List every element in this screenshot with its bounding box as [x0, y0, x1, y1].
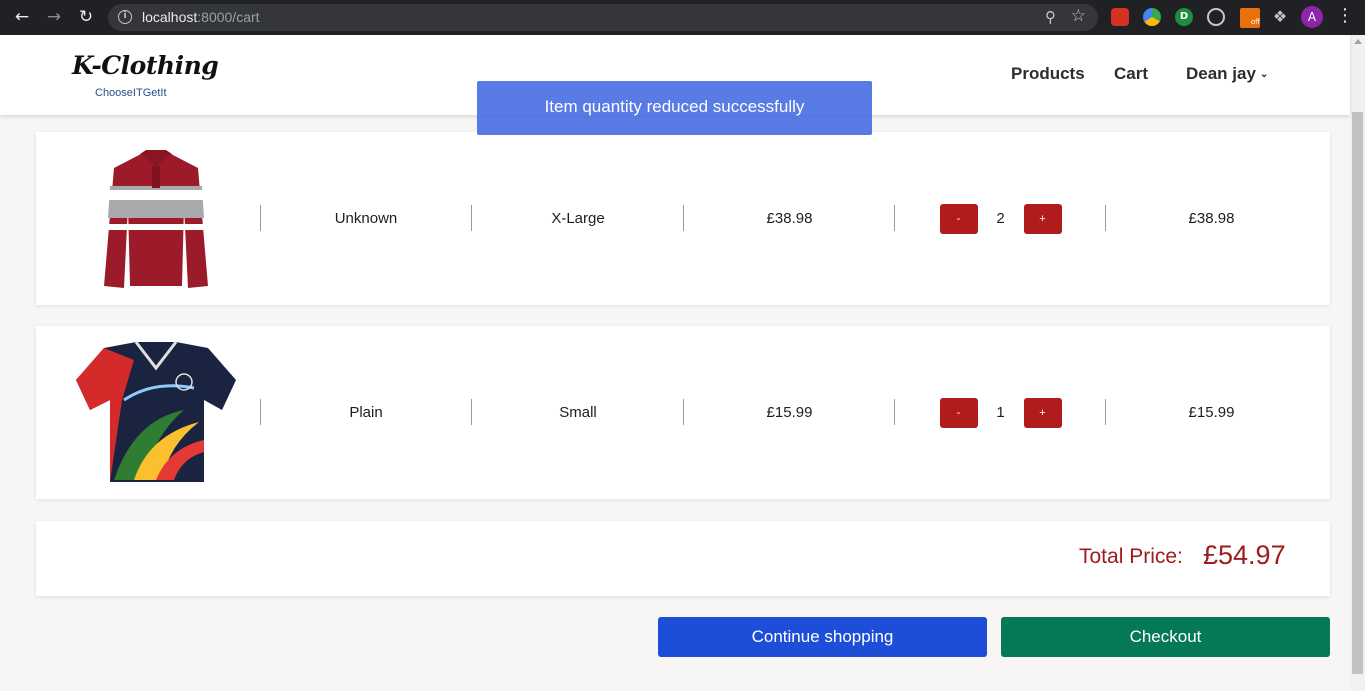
item-line-total: £38.98	[1188, 210, 1235, 227]
browser-menu-icon[interactable]: ⋮	[1336, 6, 1354, 26]
continue-shopping-button[interactable]: Continue shopping	[658, 617, 987, 657]
back-icon[interactable]: ←	[12, 7, 32, 27]
extension-pdf-icon[interactable]: off	[1240, 8, 1260, 28]
item-quantity: 1	[996, 404, 1005, 421]
extension-green-icon[interactable]: D	[1175, 8, 1193, 26]
address-bar[interactable]: i localhost:8000/cart ⚲ ☆	[108, 4, 1098, 31]
quantity-stepper: - 2 +	[895, 132, 1106, 305]
item-quantity: 2	[996, 210, 1005, 227]
item-description: Unknown	[334, 210, 398, 227]
reload-icon[interactable]: ↻	[76, 7, 96, 27]
user-name: Dean jay	[1186, 64, 1256, 83]
nav-cart[interactable]: Cart	[1114, 64, 1148, 84]
product-image-sports-polo	[76, 341, 236, 482]
react-devtools-icon[interactable]	[1207, 8, 1225, 26]
cart-item-row: Unknown X-Large £38.98 - 2 + £38.98	[36, 132, 1330, 305]
item-line-total: £15.99	[1188, 404, 1235, 421]
extension-colorful-icon[interactable]	[1143, 8, 1161, 26]
item-size: Small	[559, 404, 597, 421]
decrease-quantity-button[interactable]: -	[939, 397, 978, 428]
bookmark-star-icon[interactable]: ☆	[1071, 6, 1086, 26]
scrollbar-thumb[interactable]	[1352, 112, 1363, 674]
site-info-icon[interactable]: i	[118, 10, 132, 24]
browser-toolbar: ← → ↻ i localhost:8000/cart ⚲ ☆ D off ❖ …	[0, 0, 1365, 35]
scroll-up-arrow-icon[interactable]	[1354, 39, 1362, 44]
total-price-value: £54.97	[1203, 540, 1286, 570]
item-price: £38.98	[766, 210, 813, 227]
zoom-icon[interactable]: ⚲	[1045, 8, 1056, 26]
toast-notification: Item quantity reduced successfully	[477, 81, 872, 135]
chevron-down-icon: ⌄	[1259, 69, 1269, 80]
extensions-puzzle-icon[interactable]: ❖	[1271, 8, 1289, 26]
nav-products[interactable]: Products	[1011, 64, 1085, 84]
logo-tagline: ChooseITGetIt	[95, 87, 167, 99]
decrease-quantity-button[interactable]: -	[939, 203, 978, 234]
extension-red-icon[interactable]	[1111, 8, 1129, 26]
url-text[interactable]: localhost:8000/cart	[142, 9, 260, 25]
cart-total-panel: Total Price: £54.97	[36, 521, 1330, 596]
profile-avatar[interactable]: A	[1301, 6, 1323, 28]
increase-quantity-button[interactable]: +	[1023, 397, 1062, 428]
checkout-button[interactable]: Checkout	[1001, 617, 1330, 657]
item-description: Plain	[349, 404, 383, 421]
total-price-label: Total Price:	[1079, 545, 1183, 568]
product-image-striped-polo	[104, 150, 208, 288]
item-size: X-Large	[551, 210, 605, 227]
forward-icon[interactable]: →	[44, 7, 64, 27]
nav-user-menu[interactable]: Dean jay ⌄	[1186, 64, 1268, 84]
item-price: £15.99	[766, 404, 813, 421]
quantity-stepper: - 1 +	[895, 326, 1106, 499]
increase-quantity-button[interactable]: +	[1023, 203, 1062, 234]
cart-item-row: Plain Small £15.99 - 1 + £15.99	[36, 326, 1330, 499]
page-scrollbar[interactable]	[1350, 35, 1365, 691]
site-logo[interactable]: K-Clothing	[72, 51, 219, 80]
